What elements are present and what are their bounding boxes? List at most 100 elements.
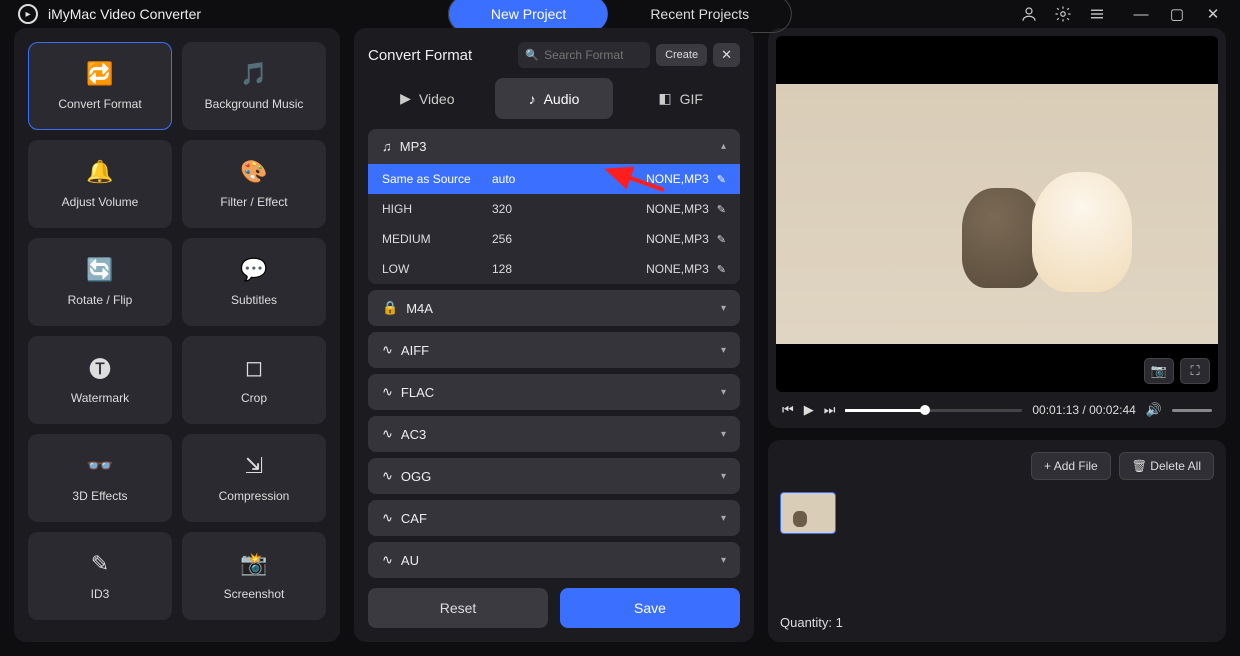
chevron-up-icon: ▴	[721, 141, 726, 152]
preview-panel: 📷 ⛶ ⏮ ▶ ⏭ 00:01:13 / 00:02:44 🔊	[768, 28, 1226, 428]
tool-watermark[interactable]: 🅣Watermark	[28, 336, 172, 424]
settings-icon[interactable]	[1054, 5, 1072, 23]
3d-icon: 👓	[86, 453, 113, 479]
tool-adjust-volume[interactable]: 🔔Adjust Volume	[28, 140, 172, 228]
subtitles-icon: 💬	[240, 257, 267, 283]
add-file-button[interactable]: + Add File	[1031, 452, 1111, 480]
edit-icon[interactable]: ✎	[717, 173, 726, 186]
music-icon: 🎵	[240, 61, 267, 87]
wave-icon: ∿	[382, 384, 393, 400]
preset-medium[interactable]: MEDIUM256NONE,MP3✎	[368, 224, 740, 254]
quantity-label: Quantity: 1	[780, 615, 1214, 630]
tool-convert-format[interactable]: 🔁Convert Format	[28, 42, 172, 130]
lock-icon: 🔒	[382, 300, 398, 316]
next-button[interactable]: ⏭	[824, 402, 836, 418]
create-button[interactable]: Create	[656, 44, 707, 66]
tab-video[interactable]: ▶Video	[368, 78, 487, 119]
music-note-icon: ♫	[382, 139, 392, 154]
tool-3d-effects[interactable]: 👓3D Effects	[28, 434, 172, 522]
maximize-button[interactable]: ▢	[1168, 5, 1186, 23]
edit-icon[interactable]: ✎	[717, 263, 726, 276]
tab-audio[interactable]: ♪Audio	[495, 78, 614, 119]
time-display: 00:01:13 / 00:02:44	[1032, 403, 1135, 417]
format-header-m4a[interactable]: 🔒M4A▾	[368, 290, 740, 326]
prev-button[interactable]: ⏮	[782, 402, 794, 418]
chevron-down-icon: ▾	[721, 345, 726, 356]
tab-gif[interactable]: ◧GIF	[621, 78, 740, 119]
titlebar: ▸ iMyMac Video Converter New Project Rec…	[0, 0, 1240, 28]
player-controls: ⏮ ▶ ⏭ 00:01:13 / 00:02:44 🔊	[776, 392, 1218, 420]
save-button[interactable]: Save	[560, 588, 740, 628]
wave-icon: ∿	[382, 342, 393, 358]
format-group-mp3: ♫MP3▴ Same as SourceautoNONE,MP3✎ HIGH32…	[368, 129, 740, 284]
format-header-mp3[interactable]: ♫MP3▴	[368, 129, 740, 164]
edit-icon[interactable]: ✎	[717, 203, 726, 216]
play-button[interactable]: ▶	[804, 402, 814, 418]
watermark-icon: 🅣	[89, 355, 111, 381]
compress-icon: ⇲	[245, 453, 263, 479]
app-logo: ▸ iMyMac Video Converter	[18, 4, 201, 24]
preset-same-as-source[interactable]: Same as SourceautoNONE,MP3✎	[368, 164, 740, 194]
tools-sidebar: 🔁Convert Format 🎵Background Music 🔔Adjus…	[14, 28, 340, 642]
wave-icon: ∿	[382, 510, 393, 526]
rotate-icon: 🔄	[86, 257, 113, 283]
preset-high[interactable]: HIGH320NONE,MP3✎	[368, 194, 740, 224]
snapshot-button[interactable]: 📷	[1144, 358, 1174, 384]
tool-compression[interactable]: ⇲Compression	[182, 434, 326, 522]
format-list: ♫MP3▴ Same as SourceautoNONE,MP3✎ HIGH32…	[368, 129, 740, 578]
volume-slider[interactable]	[1172, 409, 1212, 412]
chevron-down-icon: ▾	[721, 513, 726, 524]
tool-screenshot[interactable]: 📸Screenshot	[182, 532, 326, 620]
tool-background-music[interactable]: 🎵Background Music	[182, 42, 326, 130]
format-header-flac[interactable]: ∿FLAC▾	[368, 374, 740, 410]
tool-crop[interactable]: ◻Crop	[182, 336, 326, 424]
tool-filter-effect[interactable]: 🎨Filter / Effect	[182, 140, 326, 228]
close-panel-button[interactable]: ✕	[713, 43, 740, 67]
tool-subtitles[interactable]: 💬Subtitles	[182, 238, 326, 326]
fullscreen-button[interactable]: ⛶	[1180, 358, 1210, 384]
trash-icon: 🗑	[1132, 459, 1147, 473]
close-button[interactable]: ✕	[1204, 5, 1222, 23]
format-header-aiff[interactable]: ∿AIFF▾	[368, 332, 740, 368]
video-frame[interactable]: 📷 ⛶	[776, 36, 1218, 392]
wave-icon: ∿	[382, 468, 393, 484]
convert-format-panel: Convert Format 🔍 Create ✕ ▶Video ♪Audio …	[354, 28, 754, 642]
gif-icon: ◧	[658, 90, 671, 107]
queue-thumbnail[interactable]	[780, 492, 836, 534]
format-header-au[interactable]: ∿AU▾	[368, 542, 740, 578]
reset-button[interactable]: Reset	[368, 588, 548, 628]
app-title: iMyMac Video Converter	[48, 6, 201, 22]
logo-icon: ▸	[18, 4, 38, 24]
screenshot-icon: 📸	[240, 551, 267, 577]
preset-low[interactable]: LOW128NONE,MP3✎	[368, 254, 740, 284]
chevron-down-icon: ▾	[721, 429, 726, 440]
chevron-down-icon: ▾	[721, 555, 726, 566]
convert-icon: 🔁	[86, 61, 113, 87]
format-header-ogg[interactable]: ∿OGG▾	[368, 458, 740, 494]
audio-icon: ♪	[529, 91, 536, 107]
account-icon[interactable]	[1020, 5, 1038, 23]
tool-rotate-flip[interactable]: 🔄Rotate / Flip	[28, 238, 172, 326]
delete-all-button[interactable]: 🗑 Delete All	[1119, 452, 1214, 480]
chevron-down-icon: ▾	[721, 303, 726, 314]
seek-bar[interactable]	[845, 409, 1022, 412]
id3-icon: ✎	[91, 551, 109, 577]
minimize-button[interactable]: —	[1132, 5, 1150, 23]
volume-icon: 🔔	[86, 159, 113, 185]
video-content	[776, 84, 1218, 344]
crop-icon: ◻	[245, 355, 263, 381]
chevron-down-icon: ▾	[721, 387, 726, 398]
format-header-caf[interactable]: ∿CAF▾	[368, 500, 740, 536]
tool-id3[interactable]: ✎ID3	[28, 532, 172, 620]
wave-icon: ∿	[382, 426, 393, 442]
file-queue-panel: + Add File 🗑 Delete All Quantity: 1	[768, 440, 1226, 642]
wave-icon: ∿	[382, 552, 393, 568]
filter-icon: 🎨	[240, 159, 267, 185]
edit-icon[interactable]: ✎	[717, 233, 726, 246]
chevron-down-icon: ▾	[721, 471, 726, 482]
format-header-ac3[interactable]: ∿AC3▾	[368, 416, 740, 452]
panel-title: Convert Format	[368, 47, 472, 64]
search-icon: 🔍	[525, 49, 539, 62]
volume-icon[interactable]: 🔊	[1146, 402, 1162, 418]
menu-icon[interactable]	[1088, 5, 1106, 23]
